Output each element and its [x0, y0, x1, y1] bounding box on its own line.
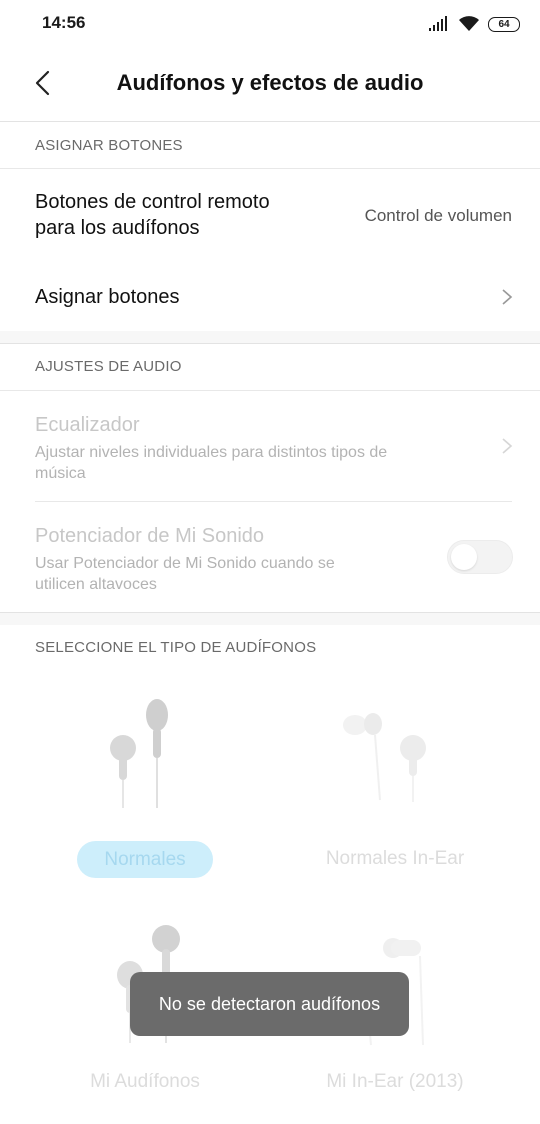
headphone-option-normales-in-ear[interactable]: Normales In-Ear — [275, 690, 515, 890]
section-gap — [0, 331, 540, 343]
sound-booster-toggle[interactable] — [447, 540, 513, 574]
toast-message: No se detectaron audífonos — [130, 972, 409, 1036]
header-divider — [0, 121, 540, 122]
earbuds-icon — [110, 699, 168, 808]
status-time: 14:56 — [42, 13, 86, 32]
headphone-option-label: Mi Audífonos — [90, 1071, 200, 1092]
chevron-right-icon — [502, 289, 513, 305]
sound-booster-subtitle: Usar Potenciador de Mi Sonido cuando se … — [35, 553, 445, 595]
equalizer-subtitle: Ajustar niveles individuales para distin… — [35, 442, 445, 484]
status-icons: 64 — [428, 14, 520, 34]
section-header-audio: AJUSTES DE AUDIO — [35, 358, 182, 375]
wifi-icon — [459, 16, 479, 31]
headphone-option-label-selected: Normales — [77, 841, 213, 878]
battery-level: 64 — [498, 18, 510, 30]
battery-icon: 64 — [488, 16, 520, 32]
headphone-option-normales[interactable]: Normales — [25, 690, 265, 890]
equalizer-subtitle-line1: Ajustar niveles individuales para distin… — [35, 444, 388, 461]
chevron-right-icon — [502, 438, 513, 454]
equalizer-row[interactable]: Ecualizador Ajustar niveles individuales… — [0, 391, 540, 501]
remote-buttons-title: Botones de control remoto para los audíf… — [35, 189, 270, 241]
assign-buttons-row[interactable]: Asignar botones — [0, 264, 540, 330]
section-divider — [0, 343, 540, 344]
remote-buttons-value: Control de volumen — [364, 206, 512, 225]
page-title: Audífonos y efectos de audio — [116, 70, 424, 95]
remote-buttons-title-line2: para los audífonos — [35, 217, 200, 239]
toggle-knob — [451, 544, 477, 570]
equalizer-subtitle-line2: música — [35, 465, 86, 482]
remote-buttons-title-line1: Botones de control remoto — [35, 191, 270, 213]
headphone-option-label: Normales In-Ear — [325, 848, 465, 869]
section-gap — [0, 613, 540, 625]
assign-buttons-label: Asignar botones — [35, 286, 180, 308]
signal-icon — [429, 16, 447, 31]
sound-booster-subtitle-line1: Usar Potenciador de Mi Sonido cuando se — [35, 555, 335, 572]
section-header-assign: ASIGNAR BOTONES — [35, 137, 183, 154]
in-ear-earbuds-icon — [343, 713, 426, 802]
section-header-headphones: SELECCIONE EL TIPO DE AUDÍFONOS — [35, 639, 317, 656]
sound-booster-title: Potenciador de Mi Sonido — [35, 525, 265, 547]
equalizer-title: Ecualizador — [35, 414, 140, 436]
remote-buttons-row[interactable]: Botones de control remoto para los audíf… — [0, 169, 540, 259]
headphone-option-label: Mi In-Ear (2013) — [326, 1071, 464, 1092]
sound-booster-subtitle-line2: utilicen altavoces — [35, 576, 157, 593]
